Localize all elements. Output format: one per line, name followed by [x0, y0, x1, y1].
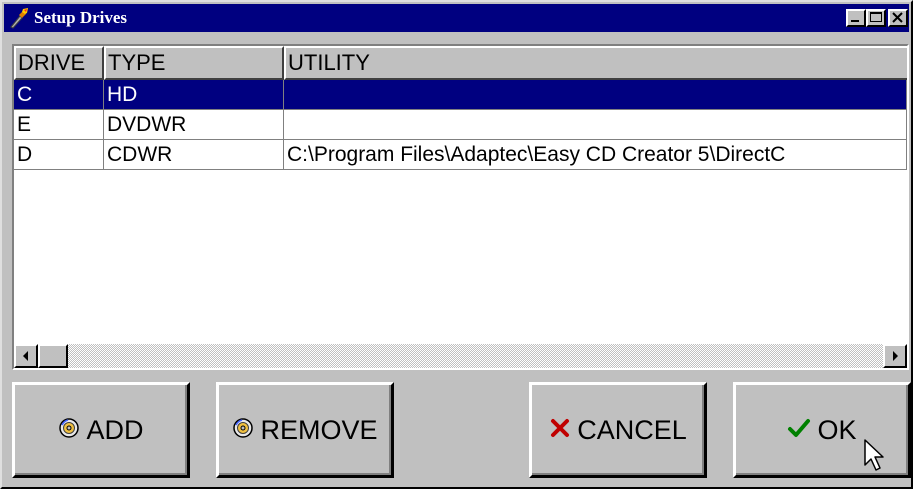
table-row[interactable]: E DVDWR: [14, 110, 907, 140]
drive-cell[interactable]: D: [14, 140, 104, 170]
cancel-button[interactable]: CANCEL: [529, 382, 707, 478]
window-title: Setup Drives: [34, 8, 128, 27]
type-cell[interactable]: HD: [104, 80, 284, 110]
setup-drives-window: Setup Drives DRIVE TYPE UTILITY C HD E D…: [0, 0, 913, 489]
cancel-button-label: CANCEL: [577, 414, 687, 445]
scroll-left-button[interactable]: [14, 344, 38, 368]
remove-button[interactable]: REMOVE: [216, 382, 394, 478]
scroll-right-button[interactable]: [883, 344, 907, 368]
arrow-right-icon: [893, 351, 898, 361]
close-icon: [892, 12, 903, 23]
minimize-icon: [851, 20, 859, 22]
remove-button-label: REMOVE: [260, 414, 378, 445]
column-header-drive[interactable]: DRIVE: [14, 46, 104, 80]
scroll-track[interactable]: [38, 344, 883, 368]
cd-icon: [58, 415, 80, 446]
utility-cell[interactable]: [284, 110, 907, 140]
utility-cell[interactable]: C:\Program Files\Adaptec\Easy CD Creator…: [284, 140, 907, 170]
ok-button-label: OK: [817, 414, 857, 445]
column-header-type[interactable]: TYPE: [104, 46, 284, 80]
cd-icon: [232, 415, 254, 446]
add-button-label: ADD: [86, 414, 144, 445]
check-mark-icon: [787, 415, 811, 446]
type-cell[interactable]: DVDWR: [104, 110, 284, 140]
title-bar[interactable]: Setup Drives: [4, 4, 909, 32]
arrow-left-icon: [23, 351, 28, 361]
close-button[interactable]: [888, 9, 908, 27]
add-button[interactable]: ADD: [12, 382, 190, 478]
table-row[interactable]: D CDWR C:\Program Files\Adaptec\Easy CD …: [14, 140, 907, 170]
minimize-button[interactable]: [846, 9, 866, 27]
x-mark-icon: [549, 415, 571, 446]
drives-table[interactable]: DRIVE TYPE UTILITY C HD E DVDWR D CDWR C…: [12, 44, 909, 370]
drive-cell[interactable]: E: [14, 110, 104, 140]
maximize-button[interactable]: [866, 9, 886, 27]
maximize-icon: [870, 12, 882, 22]
scroll-thumb[interactable]: [38, 344, 68, 368]
table-header: DRIVE TYPE UTILITY: [14, 46, 907, 80]
table-row[interactable]: C HD: [14, 80, 907, 110]
column-header-utility[interactable]: UTILITY: [284, 46, 907, 80]
torch-icon: [10, 8, 28, 29]
utility-cell[interactable]: [284, 80, 907, 110]
horizontal-scrollbar[interactable]: [14, 344, 907, 368]
drive-cell[interactable]: C: [14, 80, 104, 110]
type-cell[interactable]: CDWR: [104, 140, 284, 170]
mouse-pointer-icon: [864, 439, 884, 471]
